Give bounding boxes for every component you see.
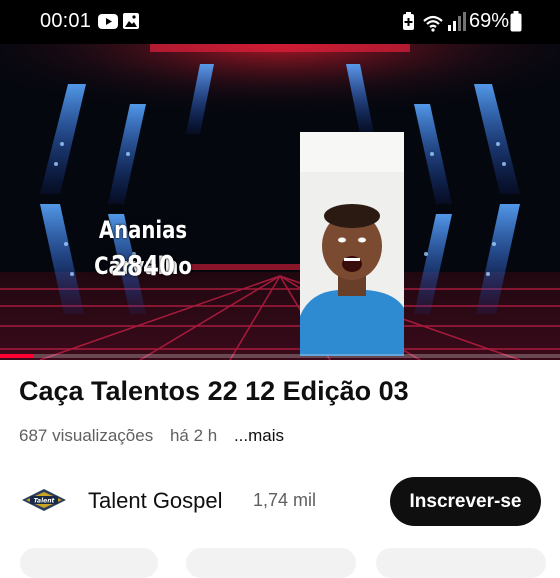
- youtube-notification-icon: [98, 14, 118, 29]
- view-count: 687 visualizações: [19, 426, 154, 445]
- action-chip-like[interactable]: [20, 548, 158, 578]
- status-bar: 00:01 69%: [0, 0, 560, 44]
- stage-background: [0, 44, 560, 360]
- image-notification-icon: [123, 13, 139, 29]
- video-player[interactable]: Ananias Carvalho 2840 myloview: [0, 44, 560, 360]
- video-progress-fill: [0, 354, 34, 358]
- video-title[interactable]: Caça Talentos 22 12 Edição 03: [19, 376, 409, 407]
- upload-age: há 2 h: [169, 426, 218, 445]
- subscribe-button[interactable]: Inscrever-se: [390, 477, 541, 526]
- subscriber-count: 1,74 mil: [253, 490, 317, 510]
- wifi-icon: [423, 15, 443, 32]
- battery-saver-icon: [403, 12, 414, 30]
- channel-avatar[interactable]: Talent: [20, 486, 68, 514]
- action-chip-share[interactable]: [186, 548, 356, 578]
- svg-text:Talent: Talent: [34, 498, 56, 505]
- video-overlay-number: 2840: [111, 249, 175, 282]
- status-left-icons: [98, 12, 144, 37]
- status-time: 00:01: [40, 10, 92, 32]
- contestant-figure: [300, 132, 404, 356]
- contestant-video-inset: [300, 132, 404, 356]
- video-progress-bar[interactable]: [0, 354, 560, 358]
- talent-gospel-logo: Talent: [22, 489, 66, 511]
- signal-icon: [448, 12, 466, 31]
- battery-icon: [510, 11, 522, 32]
- more-link[interactable]: ...mais: [234, 426, 284, 445]
- battery-percentage: 69%: [469, 10, 510, 32]
- channel-name[interactable]: Talent Gospel: [88, 488, 223, 514]
- status-system-icons: [403, 12, 466, 32]
- video-metadata[interactable]: 687 visualizações há 2 h ...mais: [19, 426, 284, 446]
- action-chip-remix[interactable]: [376, 548, 546, 578]
